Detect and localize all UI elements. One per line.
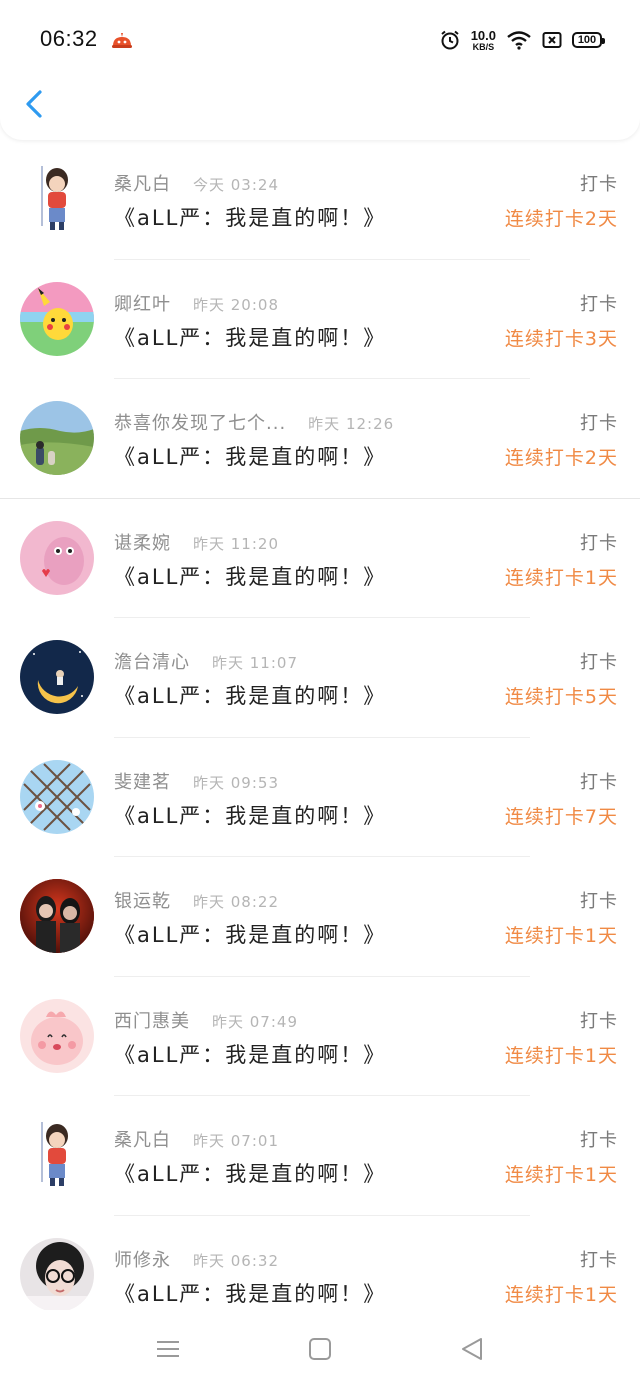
streak-label: 连续打卡2天 xyxy=(504,208,618,230)
avatar xyxy=(20,520,94,595)
book-title[interactable]: 《aLL严：我是直的啊！》 xyxy=(114,441,386,471)
streak-label: 连续打卡2天 xyxy=(504,447,618,469)
book-title[interactable]: 《aLL严：我是直的啊！》 xyxy=(114,1158,386,1188)
back-button[interactable] xyxy=(18,82,54,126)
avatar xyxy=(20,759,94,834)
book-title[interactable]: 《aLL严：我是直的啊！》 xyxy=(114,1278,386,1308)
back-triangle-icon[interactable] xyxy=(457,1334,487,1364)
action-label: 打卡 xyxy=(580,652,618,673)
book-title[interactable]: 《aLL严：我是直的啊！》 xyxy=(114,800,386,830)
timestamp: 昨天 07:01 xyxy=(193,1132,279,1150)
timestamp: 今天 03:24 xyxy=(193,176,279,194)
checkin-list: 桑凡白 今天 03:24 《aLL严：我是直的啊！》 打卡 连续打卡2天 卿红叶… xyxy=(0,140,640,1335)
avatar xyxy=(20,281,94,356)
timestamp: 昨天 08:22 xyxy=(193,893,279,911)
list-item[interactable]: 卿红叶 昨天 20:08 《aLL严：我是直的啊！》 打卡 连续打卡3天 xyxy=(0,259,640,379)
avatar xyxy=(20,998,94,1073)
action-label: 打卡 xyxy=(580,532,618,554)
user-name[interactable]: 谌柔婉 xyxy=(114,529,171,555)
network-speed-unit: KB/S xyxy=(472,41,495,52)
streak-label: 连续打卡1天 xyxy=(504,1283,618,1306)
user-name[interactable]: 银运乾 xyxy=(114,887,171,913)
item-meta: 桑凡白 昨天 07:01 xyxy=(114,1126,279,1152)
book-title[interactable]: 《aLL严：我是直的啊！》 xyxy=(114,680,386,710)
streak-label: 连续打卡5天 xyxy=(504,686,618,708)
list-item[interactable]: 斐建茗 昨天 09:53 《aLL严：我是直的啊！》 打卡 连续打卡7天 xyxy=(0,737,640,857)
user-name[interactable]: 澹台清心 xyxy=(114,648,190,674)
user-name[interactable]: 桑凡白 xyxy=(114,170,171,196)
item-meta: 桑凡白 今天 03:24 xyxy=(114,170,279,196)
sim-x-icon xyxy=(542,32,562,48)
avatar xyxy=(20,1118,94,1192)
item-meta: 卿红叶 昨天 20:08 xyxy=(114,290,279,316)
list-item[interactable]: 恭喜你发现了七个... 昨天 12:26 《aLL严：我是直的啊！》 打卡 连续… xyxy=(0,379,640,499)
item-meta: 西门惠美 昨天 07:49 xyxy=(114,1007,298,1033)
list-item[interactable]: 桑凡白 今天 03:24 《aLL严：我是直的啊！》 打卡 连续打卡2天 xyxy=(0,140,640,260)
avatar xyxy=(20,879,94,953)
action-label: 打卡 xyxy=(580,1249,618,1271)
app-notification-icon xyxy=(112,33,132,48)
battery-icon: 100 xyxy=(572,32,605,48)
action-label: 打卡 xyxy=(580,293,618,315)
screen: 06:32 10.0 KB/S 100 桑凡白 今天 03:24 《aLL严：我… xyxy=(0,0,640,1387)
avatar xyxy=(20,1237,94,1312)
user-name[interactable]: 斐建茗 xyxy=(114,768,171,794)
status-time: 06:32 xyxy=(40,26,98,51)
wifi-icon xyxy=(507,31,531,50)
action-label: 打卡 xyxy=(580,174,618,195)
streak-label: 连续打卡1天 xyxy=(504,566,618,589)
user-name[interactable]: 恭喜你发现了七个... xyxy=(114,409,286,435)
list-item[interactable]: 澹台清心 昨天 11:07 《aLL严：我是直的啊！》 打卡 连续打卡5天 xyxy=(0,618,640,738)
timestamp: 昨天 09:53 xyxy=(193,773,279,792)
list-item[interactable]: 桑凡白 昨天 07:01 《aLL严：我是直的啊！》 打卡 连续打卡1天 xyxy=(0,1096,640,1216)
list-item[interactable]: 银运乾 昨天 08:22 《aLL严：我是直的啊！》 打卡 连续打卡1天 xyxy=(0,857,640,977)
timestamp: 昨天 20:08 xyxy=(193,295,279,314)
streak-label: 连续打卡1天 xyxy=(504,1044,618,1067)
user-name[interactable]: 西门惠美 xyxy=(114,1007,190,1033)
alarm-icon xyxy=(441,30,459,50)
timestamp: 昨天 07:49 xyxy=(212,1012,298,1031)
action-label: 打卡 xyxy=(580,891,618,912)
streak-label: 连续打卡7天 xyxy=(504,805,618,828)
network-speed: 10.0 KB/S xyxy=(471,29,496,52)
streak-label: 连续打卡1天 xyxy=(504,1164,618,1186)
status-icons: 10.0 KB/S 100 xyxy=(439,26,605,54)
book-title[interactable]: 《aLL严：我是直的啊！》 xyxy=(114,1039,386,1069)
action-label: 打卡 xyxy=(580,413,618,434)
network-speed-value: 10.0 xyxy=(470,27,496,43)
menu-icon[interactable] xyxy=(153,1334,183,1364)
timestamp: 昨天 11:20 xyxy=(193,534,279,553)
action-label: 打卡 xyxy=(580,771,618,793)
user-name[interactable]: 师修永 xyxy=(114,1246,171,1272)
header: 06:32 10.0 KB/S 100 xyxy=(0,0,640,140)
streak-label: 连续打卡1天 xyxy=(504,925,618,947)
book-title[interactable]: 《aLL严：我是直的啊！》 xyxy=(114,322,386,352)
timestamp: 昨天 06:32 xyxy=(193,1251,279,1270)
avatar xyxy=(20,162,94,236)
book-title[interactable]: 《aLL严：我是直的啊！》 xyxy=(114,561,386,591)
item-meta: 谌柔婉 昨天 11:20 xyxy=(114,529,279,555)
user-name[interactable]: 卿红叶 xyxy=(114,290,171,316)
home-icon[interactable] xyxy=(305,1334,335,1364)
item-meta: 师修永 昨天 06:32 xyxy=(114,1246,279,1272)
item-meta: 银运乾 昨天 08:22 xyxy=(114,887,279,913)
book-title[interactable]: 《aLL严：我是直的啊！》 xyxy=(114,919,386,949)
list-item[interactable]: 西门惠美 昨天 07:49 《aLL严：我是直的啊！》 打卡 连续打卡1天 xyxy=(0,976,640,1096)
action-label: 打卡 xyxy=(580,1010,618,1032)
item-meta: 澹台清心 昨天 11:07 xyxy=(114,648,298,674)
timestamp: 昨天 12:26 xyxy=(308,415,395,433)
timestamp: 昨天 11:07 xyxy=(212,654,298,672)
item-meta: 斐建茗 昨天 09:53 xyxy=(114,768,279,794)
action-label: 打卡 xyxy=(580,1130,618,1151)
list-item[interactable]: 谌柔婉 昨天 11:20 《aLL严：我是直的啊！》 打卡 连续打卡1天 xyxy=(0,498,640,618)
avatar xyxy=(20,401,94,475)
user-name[interactable]: 桑凡白 xyxy=(114,1126,171,1152)
status-bar: 06:32 10.0 KB/S 100 xyxy=(0,20,640,60)
book-title[interactable]: 《aLL严：我是直的啊！》 xyxy=(114,202,386,232)
item-meta: 恭喜你发现了七个... 昨天 12:26 xyxy=(114,409,394,435)
streak-label: 连续打卡3天 xyxy=(504,327,618,350)
system-nav-bar xyxy=(0,1310,640,1387)
avatar xyxy=(20,640,94,714)
